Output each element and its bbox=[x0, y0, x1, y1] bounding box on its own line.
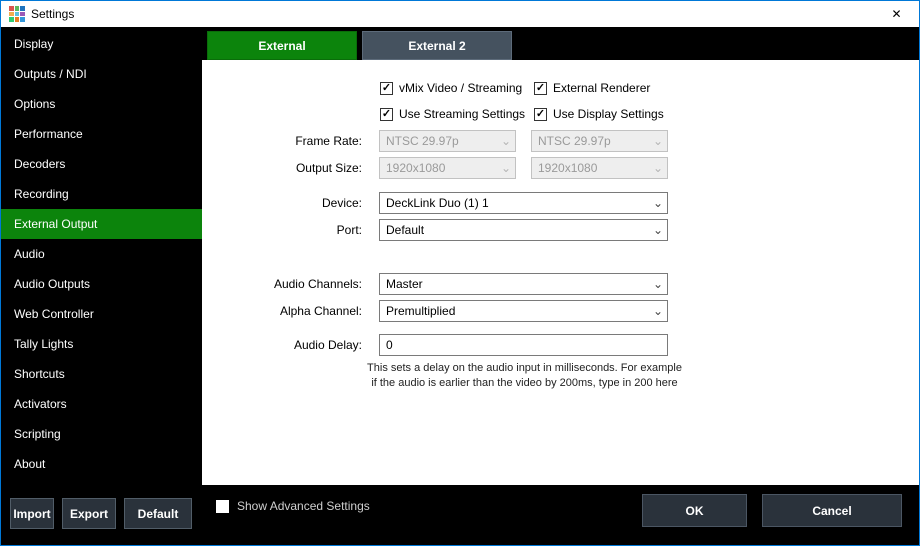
sidebar-item-scripting[interactable]: Scripting bbox=[1, 419, 202, 449]
window-body: Display Outputs / NDI Options Performanc… bbox=[1, 27, 919, 485]
checkbox-external-renderer[interactable]: External Renderer bbox=[534, 80, 650, 96]
export-button[interactable]: Export bbox=[62, 498, 116, 529]
device-label: Device: bbox=[202, 192, 362, 214]
port-select[interactable]: Default ⌄ bbox=[379, 219, 668, 241]
default-button[interactable]: Default bbox=[124, 498, 192, 529]
output-size-select-1[interactable]: 1920x1080 ⌄ bbox=[379, 157, 516, 179]
checkbox-box bbox=[534, 82, 547, 95]
audio-delay-input[interactable] bbox=[379, 334, 668, 356]
chevron-down-icon: ⌄ bbox=[649, 132, 667, 150]
sidebar-item-display[interactable]: Display bbox=[1, 29, 202, 59]
device-select[interactable]: DeckLink Duo (1) 1 ⌄ bbox=[379, 192, 668, 214]
frame-rate-label: Frame Rate: bbox=[202, 130, 362, 152]
alpha-channel-label: Alpha Channel: bbox=[202, 300, 362, 322]
port-label: Port: bbox=[202, 219, 362, 241]
sidebar-item-decoders[interactable]: Decoders bbox=[1, 149, 202, 179]
main-panel: External External 2 vMix Video / Streami… bbox=[202, 27, 919, 485]
footer-bar: Import Export Default Show Advanced Sett… bbox=[1, 485, 919, 545]
chevron-down-icon: ⌄ bbox=[649, 302, 667, 320]
audio-delay-label: Audio Delay: bbox=[202, 334, 362, 356]
chevron-down-icon: ⌄ bbox=[497, 132, 515, 150]
show-advanced-settings-label: Show Advanced Settings bbox=[237, 499, 370, 513]
sidebar-item-about[interactable]: About bbox=[1, 449, 202, 479]
checkbox-label: Use Display Settings bbox=[553, 107, 664, 121]
frame-rate-select-2[interactable]: NTSC 29.97p ⌄ bbox=[531, 130, 668, 152]
cancel-button[interactable]: Cancel bbox=[762, 494, 902, 527]
sidebar-item-activators[interactable]: Activators bbox=[1, 389, 202, 419]
tab-external-2[interactable]: External 2 bbox=[362, 31, 512, 60]
sidebar-item-performance[interactable]: Performance bbox=[1, 119, 202, 149]
tab-strip: External External 2 bbox=[202, 27, 919, 60]
alpha-channel-select[interactable]: Premultiplied ⌄ bbox=[379, 300, 668, 322]
show-advanced-settings-checkbox[interactable]: Show Advanced Settings bbox=[216, 499, 370, 513]
chevron-down-icon: ⌄ bbox=[649, 159, 667, 177]
sidebar-item-tally-lights[interactable]: Tally Lights bbox=[1, 329, 202, 359]
audio-channels-label: Audio Channels: bbox=[202, 273, 362, 295]
audio-channels-select[interactable]: Master ⌄ bbox=[379, 273, 668, 295]
checkbox-use-streaming-settings[interactable]: Use Streaming Settings bbox=[380, 106, 525, 122]
sidebar-item-outputs-ndi[interactable]: Outputs / NDI bbox=[1, 59, 202, 89]
import-button[interactable]: Import bbox=[10, 498, 54, 529]
frame-rate-select-1[interactable]: NTSC 29.97p ⌄ bbox=[379, 130, 516, 152]
settings-window: Settings ✕ Display Outputs / NDI Options… bbox=[0, 0, 920, 546]
close-icon[interactable]: ✕ bbox=[874, 1, 919, 27]
sidebar-item-shortcuts[interactable]: Shortcuts bbox=[1, 359, 202, 389]
output-size-select-2[interactable]: 1920x1080 ⌄ bbox=[531, 157, 668, 179]
chevron-down-icon: ⌄ bbox=[649, 194, 667, 212]
sidebar-item-audio[interactable]: Audio bbox=[1, 239, 202, 269]
sidebar-item-recording[interactable]: Recording bbox=[1, 179, 202, 209]
sidebar-item-options[interactable]: Options bbox=[1, 89, 202, 119]
audio-delay-help-text: This sets a delay on the audio input in … bbox=[367, 361, 682, 391]
titlebar: Settings ✕ bbox=[1, 1, 919, 27]
sidebar-item-web-controller[interactable]: Web Controller bbox=[1, 299, 202, 329]
ok-button[interactable]: OK bbox=[642, 494, 747, 527]
output-size-label: Output Size: bbox=[202, 157, 362, 179]
checkbox-use-display-settings[interactable]: Use Display Settings bbox=[534, 106, 664, 122]
chevron-down-icon: ⌄ bbox=[649, 275, 667, 293]
external-output-form: vMix Video / Streaming External Renderer… bbox=[202, 60, 919, 485]
checkbox-label: Use Streaming Settings bbox=[399, 107, 525, 121]
sidebar-item-external-output[interactable]: External Output bbox=[1, 209, 202, 239]
checkbox-label: vMix Video / Streaming bbox=[399, 81, 522, 95]
checkbox-vmix-video-streaming[interactable]: vMix Video / Streaming bbox=[380, 80, 522, 96]
vmix-logo-icon bbox=[9, 6, 25, 22]
sidebar: Display Outputs / NDI Options Performanc… bbox=[1, 27, 202, 485]
sidebar-item-audio-outputs[interactable]: Audio Outputs bbox=[1, 269, 202, 299]
checkbox-box bbox=[216, 500, 229, 513]
checkbox-box bbox=[534, 108, 547, 121]
checkbox-box bbox=[380, 82, 393, 95]
chevron-down-icon: ⌄ bbox=[497, 159, 515, 177]
chevron-down-icon: ⌄ bbox=[649, 221, 667, 239]
window-title: Settings bbox=[31, 7, 74, 21]
checkbox-label: External Renderer bbox=[553, 81, 650, 95]
tab-external[interactable]: External bbox=[207, 31, 357, 60]
checkbox-box bbox=[380, 108, 393, 121]
